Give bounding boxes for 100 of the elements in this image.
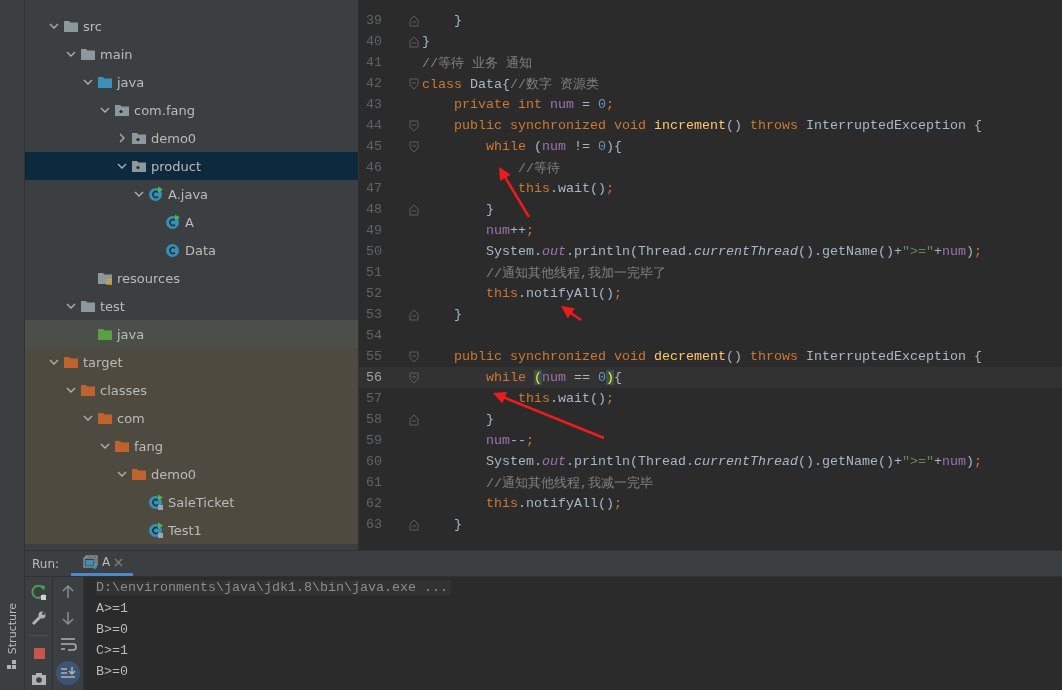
tree-item[interactable]: A.java	[25, 180, 358, 208]
fold-icon[interactable]	[409, 77, 419, 90]
line-number: 53	[365, 307, 383, 322]
fold-icon[interactable]	[409, 35, 419, 48]
fold-icon[interactable]	[409, 308, 419, 321]
folder-icon	[80, 299, 96, 313]
fold-icon[interactable]	[409, 413, 419, 426]
console-icon	[83, 555, 99, 569]
console-output: B>=0	[96, 622, 128, 637]
tree-item[interactable]: src	[25, 12, 358, 40]
camera-icon[interactable]	[29, 670, 48, 688]
class-icon	[165, 242, 181, 258]
code-line: //等待 业务 通知	[422, 54, 532, 72]
fold-icon[interactable]	[409, 350, 419, 363]
console-output: C>=1	[96, 643, 128, 658]
tree-item[interactable]: target	[25, 348, 358, 376]
structure-tab[interactable]: Structure	[5, 602, 19, 654]
wrench-icon[interactable]	[29, 609, 48, 627]
close-icon[interactable]	[114, 557, 124, 567]
code-line: public synchronized void increment() throws InterruptedException {	[453, 118, 982, 133]
rerun-icon[interactable]	[29, 583, 48, 601]
code-line: public synchronized void decrement() throws InterruptedException {	[453, 349, 982, 364]
tree-label: demo0	[151, 130, 197, 146]
line-number: 56	[365, 370, 383, 385]
folder-icon	[63, 19, 79, 33]
tree-item[interactable]: java	[25, 320, 358, 348]
run-tab[interactable]: A	[71, 551, 134, 576]
code-line: num--;	[485, 433, 534, 448]
fold-icon[interactable]	[409, 119, 419, 132]
fold-icon[interactable]	[409, 203, 419, 216]
code-line: this.wait();	[516, 181, 614, 196]
line-number: 61	[365, 475, 383, 490]
line-number: 63	[365, 517, 383, 532]
tree-label: product	[151, 158, 201, 174]
line-number: 57	[365, 391, 383, 406]
tree-item[interactable]: A	[25, 208, 358, 236]
fold-icon[interactable]	[409, 140, 419, 153]
tree-item[interactable]: com	[25, 404, 358, 432]
tree-label: demo0	[151, 466, 197, 482]
tree-item[interactable]: java	[25, 68, 358, 96]
code-line: }	[485, 412, 494, 427]
code-line: //等待	[516, 159, 560, 177]
code-line: this.wait();	[516, 391, 614, 406]
line-number: 47	[365, 181, 383, 196]
class-icon	[148, 522, 164, 538]
tree-item[interactable]: resources	[25, 264, 358, 292]
line-number: 41	[365, 55, 383, 70]
code-line: }	[485, 202, 494, 217]
code-line: while (num != 0){	[485, 139, 622, 154]
tree-item[interactable]: product	[25, 152, 358, 180]
down-arrow-icon[interactable]	[59, 609, 77, 627]
tree-item[interactable]: fang	[25, 432, 358, 460]
run-label: Run:	[31, 556, 61, 571]
tree-label: target	[83, 354, 123, 370]
fold-icon[interactable]	[409, 14, 419, 27]
tree-item[interactable]: SaleTicket	[25, 488, 358, 516]
code-line: this.notifyAll();	[485, 496, 622, 511]
tree-item[interactable]: main	[25, 40, 358, 68]
tree-label: main	[100, 46, 133, 62]
line-number: 52	[365, 286, 383, 301]
tree-item[interactable]: demo0	[25, 460, 358, 488]
tree-item[interactable]: Test1	[25, 516, 358, 544]
tree-item[interactable]: com.fang	[25, 96, 358, 124]
code-line: }	[422, 34, 430, 49]
code-line: this.notifyAll();	[485, 286, 622, 301]
tree-item[interactable]: test	[25, 292, 358, 320]
line-number: 60	[365, 454, 383, 469]
tree-label: java	[117, 326, 145, 342]
folder-icon	[63, 355, 79, 369]
tree-label: fang	[134, 438, 164, 454]
code-line: num++;	[485, 223, 534, 238]
line-number: 44	[365, 118, 383, 133]
line-number: 62	[365, 496, 383, 511]
line-number: 55	[365, 349, 383, 364]
tree-item[interactable]: Data	[25, 236, 358, 264]
code-line: System.out.println(Thread.currentThread().getName()+">="+num);	[485, 454, 982, 469]
folder-icon	[131, 131, 147, 145]
line-number: 51	[365, 265, 383, 280]
code-line: while (num == 0){	[485, 370, 622, 385]
fold-icon[interactable]	[409, 518, 419, 531]
folder-icon	[80, 47, 96, 61]
line-number: 50	[365, 244, 383, 259]
annotation-arrow	[561, 306, 582, 322]
tree-label: SaleTicket	[168, 494, 235, 510]
soft-wrap-icon[interactable]	[59, 635, 77, 653]
line-number: 49	[365, 223, 383, 238]
line-number: 46	[365, 160, 383, 175]
tree-item[interactable]: classes	[25, 376, 358, 404]
tree-label: test	[100, 298, 125, 314]
folder-icon	[97, 75, 113, 89]
code-line: }	[453, 517, 462, 532]
tree-label: resources	[117, 270, 180, 286]
scroll-to-end-icon[interactable]	[56, 661, 80, 685]
tree-label: A.java	[168, 186, 209, 202]
console-output: A>=1	[96, 601, 128, 616]
line-number: 42	[365, 76, 383, 91]
tree-item[interactable]: demo0	[25, 124, 358, 152]
class-icon	[165, 214, 181, 230]
folder-icon	[114, 103, 130, 117]
folder-icon	[97, 271, 113, 285]
